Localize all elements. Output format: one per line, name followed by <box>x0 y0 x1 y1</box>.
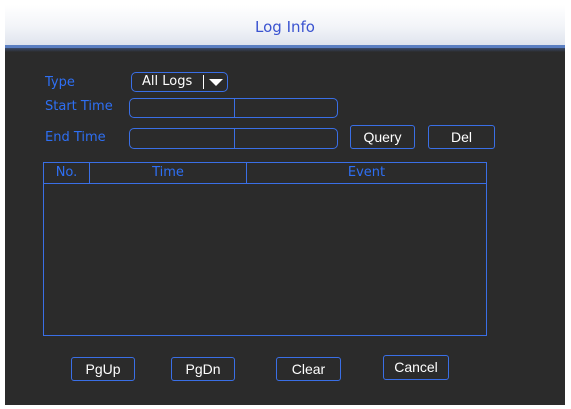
start-date-segment[interactable] <box>130 99 235 117</box>
delete-button[interactable]: Del <box>428 125 495 149</box>
end-time-label: End Time <box>45 130 106 145</box>
log-type-selected-value: All Logs <box>142 74 193 89</box>
end-time-field[interactable] <box>129 128 338 149</box>
page-up-button[interactable]: PgUp <box>71 357 135 381</box>
dialog-title: Log Info <box>255 18 315 36</box>
title-bar: Log Info <box>5 5 565 48</box>
column-header-no: No. <box>44 163 90 183</box>
page-down-button[interactable]: PgDn <box>171 357 235 381</box>
type-label: Type <box>45 75 75 90</box>
query-button[interactable]: Query <box>350 125 415 149</box>
log-type-dropdown[interactable]: All Logs <box>131 72 228 92</box>
dropdown-divider <box>203 75 204 89</box>
title-bar-divider <box>5 48 565 52</box>
table-header: No. Time Event <box>44 163 486 184</box>
clear-button[interactable]: Clear <box>276 357 341 381</box>
cancel-button[interactable]: Cancel <box>383 355 449 380</box>
column-header-time: Time <box>90 163 247 183</box>
chevron-down-icon <box>209 79 223 86</box>
end-date-segment[interactable] <box>130 129 235 148</box>
start-time-label: Start Time <box>45 99 113 114</box>
start-time-field[interactable] <box>129 98 338 118</box>
log-table[interactable]: No. Time Event <box>43 162 487 336</box>
log-info-dialog: Log Info Type All Logs Start Time End Ti… <box>5 5 565 405</box>
column-header-event: Event <box>347 165 386 180</box>
